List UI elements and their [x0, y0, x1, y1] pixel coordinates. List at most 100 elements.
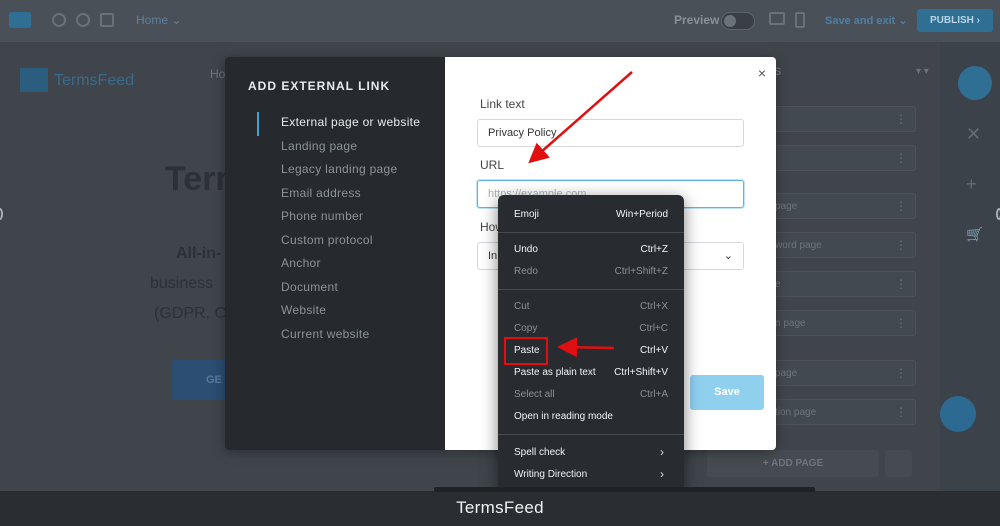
hero-subtitle-3: (GDPR, C: [154, 305, 226, 322]
chevron-down-icon: ⌄: [723, 250, 733, 262]
upload-icon[interactable]: [958, 66, 992, 100]
page-item[interactable]: ⋮: [770, 145, 916, 171]
link-text-label: Link text: [480, 97, 525, 111]
close-icon[interactable]: ✕: [966, 124, 981, 145]
page-item-label: tion page: [775, 407, 817, 418]
menu-item-shortcut: Ctrl+V: [639, 345, 668, 356]
page-settings-icon[interactable]: [885, 450, 912, 477]
menu-item-select-all[interactable]: Select all Ctrl+A: [498, 384, 684, 406]
open-behavior-value: In: [488, 250, 498, 262]
more-icon[interactable]: ⋮: [895, 366, 907, 380]
page-item[interactable]: e ⋮: [770, 271, 916, 297]
undo-icon[interactable]: [52, 13, 66, 27]
page-item-label: page: [775, 368, 798, 379]
more-icon[interactable]: ⋮: [895, 405, 907, 419]
menu-separator: [498, 434, 684, 435]
menu-item-label: Emoji: [514, 209, 540, 220]
more-icon[interactable]: ⋮: [895, 199, 907, 213]
hero-subtitle-2: business: [150, 275, 214, 292]
more-icon[interactable]: ⋮: [895, 277, 907, 291]
plus-icon[interactable]: +: [966, 174, 977, 195]
page-item-label: page: [775, 201, 798, 212]
save-exit-label: Save and exit: [825, 15, 896, 27]
menu-item-shortcut: Win+Period: [616, 209, 668, 220]
preview-label: Preview: [674, 13, 720, 27]
menu-item-emoji[interactable]: Emoji Win+Period: [498, 204, 684, 226]
save-button[interactable]: Save: [690, 375, 764, 410]
nav-item-external-page[interactable]: External page or website: [257, 115, 420, 139]
chevron-right-icon: ›: [660, 467, 664, 481]
page-item[interactable]: tion page ⋮: [770, 399, 916, 425]
publish-button[interactable]: PUBLISH ›: [917, 9, 993, 32]
page-select[interactable]: Home ⌄: [136, 13, 181, 27]
nav-item-phone-number[interactable]: Phone number: [257, 209, 420, 233]
preview-toggle[interactable]: [721, 12, 755, 30]
site-nav-item: Ho: [210, 67, 226, 81]
menu-item-shortcut: Ctrl+X: [639, 301, 668, 312]
site-logo-icon: [20, 68, 48, 92]
close-icon[interactable]: ×: [758, 65, 766, 81]
more-icon[interactable]: ⋮: [895, 112, 907, 126]
nav-item-label: Website: [281, 303, 327, 317]
editor-topbar: Home ⌄ Preview Save and exit ⌄ PUBLISH ›: [0, 0, 1000, 42]
nav-item-legacy-landing-page[interactable]: Legacy landing page: [257, 162, 420, 186]
paste-highlight-box: [504, 337, 548, 365]
nav-item-website[interactable]: Website: [257, 303, 420, 327]
menu-item-label: Spell check: [514, 447, 566, 458]
nav-item-label: Legacy landing page: [281, 162, 398, 176]
more-icon[interactable]: ⋮: [895, 151, 907, 165]
nav-item-label: External page or website: [281, 115, 421, 129]
page-item-label: word page: [775, 240, 822, 251]
edge-handle-right: [996, 208, 1000, 220]
chevron-right-icon: ›: [660, 445, 664, 459]
menu-item-undo[interactable]: Undo Ctrl+Z: [498, 239, 684, 261]
save-exit-button[interactable]: Save and exit ⌄: [825, 14, 908, 27]
more-icon[interactable]: ⋮: [895, 316, 907, 330]
page-item[interactable]: word page ⋮: [770, 232, 916, 258]
page-item[interactable]: ⋮: [770, 106, 916, 132]
menu-item-paste-plain-text[interactable]: Paste as plain text Ctrl+Shift+V: [498, 362, 684, 384]
redo-icon[interactable]: [76, 13, 90, 27]
nav-item-label: Phone number: [281, 209, 364, 223]
page-item[interactable]: page ⋮: [770, 360, 916, 386]
menu-separator: [498, 232, 684, 233]
menu-item-shortcut: Ctrl+C: [639, 323, 668, 334]
modal-title: ADD EXTERNAL LINK: [248, 79, 391, 93]
chat-icon[interactable]: [940, 396, 976, 432]
pages-panel: S ▾ ▾ ⋮ ⋮ page ⋮ word page ⋮ e ⋮ n page ⋮ pa…: [707, 42, 940, 492]
mail-icon[interactable]: [9, 12, 31, 28]
nav-item-anchor[interactable]: Anchor: [257, 256, 420, 280]
publish-label: PUBLISH: [929, 15, 974, 26]
menu-item-redo[interactable]: Redo Ctrl+Shift+Z: [498, 261, 684, 283]
menu-item-spell-check[interactable]: Spell check ›: [498, 442, 684, 464]
right-rail: ✕ + 🛒: [940, 42, 1000, 492]
chevron-down-icon[interactable]: ▾ ▾: [916, 66, 929, 77]
menu-item-cut[interactable]: Cut Ctrl+X: [498, 296, 684, 318]
nav-item-document[interactable]: Document: [257, 280, 420, 304]
add-page-button[interactable]: + ADD PAGE: [707, 450, 879, 477]
menu-item-label: Writing Direction: [514, 469, 588, 480]
menu-item-label: Redo: [514, 266, 538, 277]
link-type-list: External page or website Landing page Le…: [257, 115, 420, 350]
link-text-input[interactable]: Privacy Policy: [477, 119, 744, 147]
nav-item-label: Email address: [281, 185, 361, 200]
nav-item-custom-protocol[interactable]: Custom protocol: [257, 233, 420, 257]
menu-item-writing-direction[interactable]: Writing Direction ›: [498, 464, 684, 486]
nav-item-current-website[interactable]: Current website: [257, 327, 420, 351]
mobile-icon[interactable]: [795, 12, 805, 28]
chevron-down-icon: ⌄: [171, 13, 182, 27]
pages-icon[interactable]: [100, 13, 114, 27]
desktop-icon[interactable]: [769, 12, 785, 25]
nav-item-landing-page[interactable]: Landing page: [257, 139, 420, 163]
page-item[interactable]: page ⋮: [770, 193, 916, 219]
url-label: URL: [480, 158, 505, 172]
cart-icon[interactable]: 🛒: [966, 226, 983, 243]
caption-text: TermsFeed: [456, 498, 544, 517]
menu-item-reading-mode[interactable]: Open in reading mode: [498, 406, 684, 428]
page-item[interactable]: n page ⋮: [770, 310, 916, 336]
more-icon[interactable]: ⋮: [895, 238, 907, 252]
caption-strip: [434, 487, 815, 492]
page-item-label: n page: [775, 318, 806, 329]
nav-item-email-address[interactable]: Email address: [257, 186, 420, 210]
hero-button: GE: [172, 360, 232, 400]
